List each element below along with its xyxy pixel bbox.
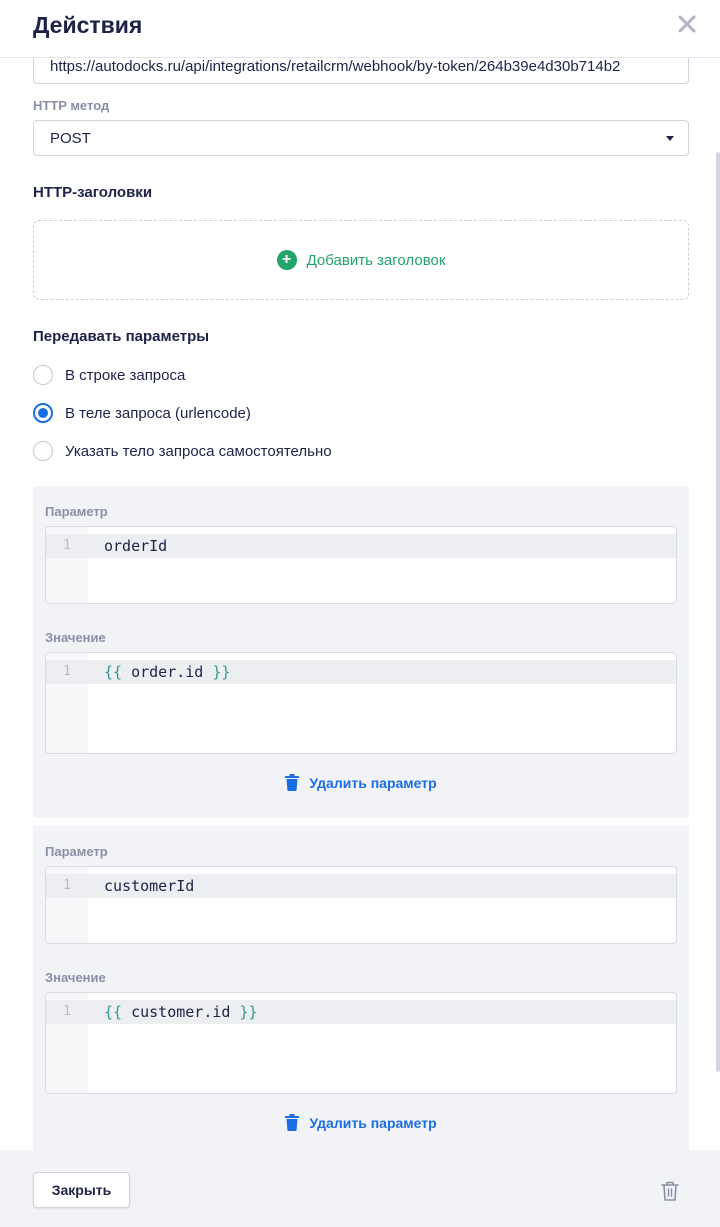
radio-button[interactable]	[33, 365, 53, 385]
trash-icon	[285, 774, 300, 791]
value-label: Значение	[45, 630, 106, 645]
http-method-value: POST	[50, 129, 91, 147]
param-value-editor[interactable]: 1 {{ order.id }}	[45, 652, 677, 754]
code-text: {{ customer.id }}	[104, 1000, 258, 1024]
line-number: 1	[63, 878, 71, 893]
chevron-down-icon	[666, 136, 674, 141]
line-number: 1	[63, 664, 71, 679]
add-header-button[interactable]: + Добавить заголовок	[33, 220, 689, 300]
radio-query-string[interactable]: В строке запроса	[33, 365, 185, 385]
line-number: 1	[63, 1004, 71, 1019]
close-icon[interactable]	[674, 11, 700, 37]
radio-custom-body[interactable]: Указать тело запроса самостоятельно	[33, 441, 332, 461]
radio-label: Указать тело запроса самостоятельно	[65, 442, 332, 460]
http-headers-title: HTTP-заголовки	[33, 184, 153, 201]
trash-icon[interactable]	[660, 1180, 680, 1202]
radio-button-checked[interactable]	[33, 403, 53, 423]
param-label: Параметр	[45, 504, 108, 519]
http-method-select[interactable]: POST	[33, 120, 689, 156]
close-button[interactable]: Закрыть	[33, 1172, 130, 1208]
code-text: customerId	[104, 877, 195, 895]
open-brace: {{	[104, 1003, 123, 1021]
dialog-footer: Закрыть	[0, 1150, 720, 1227]
code-expression: order.id	[122, 663, 213, 681]
open-brace: {{	[104, 663, 123, 681]
param-label: Параметр	[45, 844, 108, 859]
add-header-label: Добавить заголовок	[306, 251, 446, 269]
dialog-header: Действия	[0, 0, 720, 58]
param-name-editor[interactable]: 1 orderId	[45, 526, 677, 604]
param-card: Параметр 1 orderId Значение 1 {{ order.i…	[33, 486, 689, 818]
delete-param-button[interactable]: Удалить параметр	[33, 1114, 689, 1131]
radio-button[interactable]	[33, 441, 53, 461]
delete-param-label: Удалить параметр	[309, 1114, 437, 1131]
trash-icon	[285, 1114, 300, 1131]
close-brace: }}	[212, 663, 231, 681]
close-brace: }}	[239, 1003, 258, 1021]
radio-label: В теле запроса (urlencode)	[65, 404, 251, 422]
scrollbar[interactable]	[716, 152, 720, 1072]
params-mode-title: Передавать параметры	[33, 328, 210, 345]
param-name-editor[interactable]: 1 customerId	[45, 866, 677, 944]
param-card: Параметр 1 customerId Значение 1 {{ cust…	[33, 826, 689, 1150]
value-label: Значение	[45, 970, 106, 985]
radio-body-urlencode[interactable]: В теле запроса (urlencode)	[33, 403, 251, 423]
delete-param-label: Удалить параметр	[309, 774, 437, 791]
param-value-editor[interactable]: 1 {{ customer.id }}	[45, 992, 677, 1094]
radio-label: В строке запроса	[65, 366, 186, 384]
dialog-title: Действия	[33, 12, 143, 38]
delete-param-button[interactable]: Удалить параметр	[33, 774, 689, 791]
code-text: orderId	[104, 537, 168, 555]
http-method-label: HTTP метод	[33, 98, 110, 113]
code-expression: customer.id	[122, 1003, 240, 1021]
plus-circle-icon: +	[276, 250, 297, 270]
code-text: {{ order.id }}	[104, 660, 230, 684]
line-number: 1	[63, 538, 71, 553]
